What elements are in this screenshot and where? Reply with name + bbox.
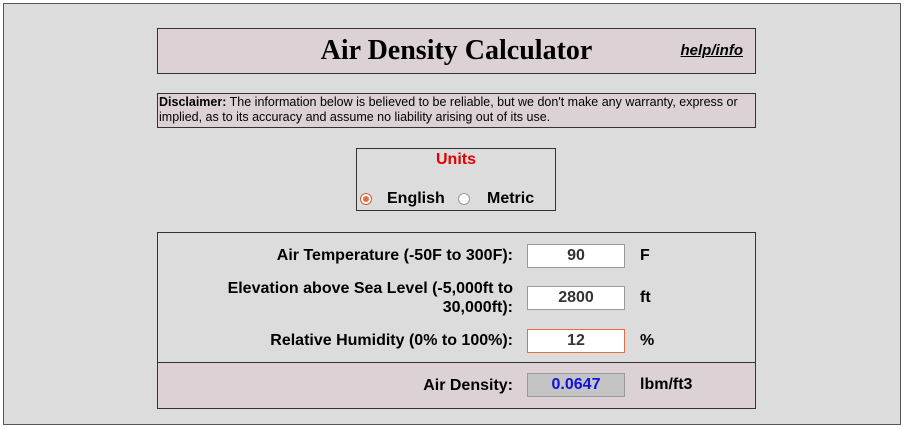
units-panel: Units English Metric	[356, 148, 556, 211]
header-panel: Air Density Calculator help/info	[157, 28, 756, 74]
elevation-input[interactable]	[527, 286, 625, 310]
relative-humidity-label: Relative Humidity (0% to 100%):	[270, 332, 513, 349]
air-temperature-input[interactable]	[527, 244, 625, 268]
calculator-page: Air Density Calculator help/info Disclai…	[3, 3, 901, 425]
english-radio[interactable]	[360, 193, 372, 205]
metric-radio-label[interactable]: Metric	[487, 190, 534, 208]
elevation-label-line2: 30,000ft):	[442, 299, 513, 316]
relative-humidity-input[interactable]	[527, 329, 625, 353]
disclaimer-box: Disclaimer: The information below is bel…	[157, 93, 756, 128]
air-density-unit: lbm/ft3	[640, 376, 693, 393]
elevation-label-line1: Elevation above Sea Level (-5,000ft to	[227, 280, 513, 297]
air-temperature-label: Air Temperature (-50F to 300F):	[276, 247, 513, 264]
calculator-form: Air Temperature (-50F to 300F): F Elevat…	[157, 232, 756, 409]
air-density-label: Air Density:	[423, 377, 513, 394]
elevation-label: Elevation above Sea Level (-5,000ft to 3…	[228, 279, 513, 317]
english-radio-label[interactable]: English	[387, 190, 445, 208]
disclaimer-label: Disclaimer:	[159, 95, 227, 109]
disclaimer-text: The information below is believed to be …	[159, 95, 738, 124]
elevation-unit: ft	[640, 289, 651, 306]
air-density-output: 0.0647	[527, 373, 625, 397]
air-temperature-unit: F	[640, 247, 650, 264]
help-info-link[interactable]: help/info	[681, 42, 744, 59]
page-title: Air Density Calculator	[320, 35, 593, 66]
relative-humidity-unit: %	[640, 332, 655, 349]
units-title: Units	[436, 151, 476, 168]
metric-radio[interactable]	[458, 193, 470, 205]
